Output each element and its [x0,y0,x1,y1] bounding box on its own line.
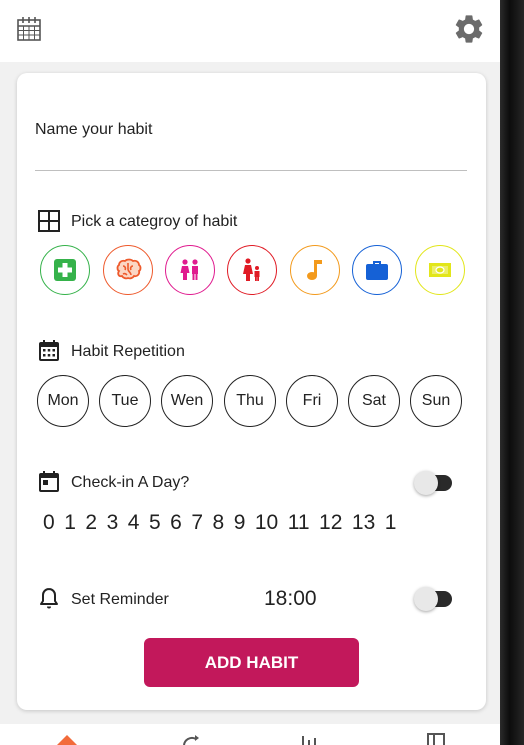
count-option[interactable]: 3 [107,511,119,535]
reminder-label: Set Reminder [71,591,169,608]
reminder-time[interactable]: 18:00 [264,587,317,611]
habit-name-input[interactable] [35,109,467,171]
category-mind[interactable] [103,245,153,295]
category-love[interactable] [165,245,215,295]
grid-icon [38,210,60,232]
bottom-navigation [0,724,500,745]
checkin-count-picker[interactable]: 0 1 2 3 4 5 6 7 8 9 10 11 12 13 1 [43,511,467,541]
count-option[interactable]: 8 [213,511,225,535]
category-label: Pick a categroy of habit [71,213,238,230]
family-icon [243,258,260,281]
calendar-today-icon [39,471,59,492]
count-option[interactable]: 4 [128,511,140,535]
brain-icon [116,258,142,280]
checkin-label: Check-in A Day? [71,474,190,491]
count-option[interactable]: 5 [149,511,161,535]
day-thu[interactable]: Thu [224,375,276,427]
reminder-toggle[interactable] [414,586,452,612]
refresh-icon[interactable] [178,732,204,745]
day-mon[interactable]: Mon [37,375,89,427]
repetition-label: Habit Repetition [71,343,185,360]
count-option[interactable]: 6 [170,511,182,535]
couple-icon [180,259,198,280]
device-frame-edge [500,0,524,745]
count-option[interactable]: 0 [43,511,55,535]
count-option[interactable]: 2 [85,511,97,535]
count-option[interactable]: 1 [385,511,397,535]
calendar-month-icon [39,340,59,361]
count-option[interactable]: 1 [64,511,76,535]
habit-form-card: Pick a categroy of habit [17,73,486,710]
day-fri[interactable]: Fri [286,375,338,427]
stats-icon[interactable] [298,732,324,745]
category-work[interactable] [352,245,402,295]
home-icon[interactable] [54,732,80,745]
money-icon [429,263,451,277]
toggle-knob [414,587,438,611]
count-option[interactable]: 10 [255,511,278,535]
category-health[interactable] [40,245,90,295]
bell-icon [40,588,58,609]
count-option[interactable]: 12 [319,511,342,535]
category-family[interactable] [227,245,277,295]
day-sun[interactable]: Sun [410,375,462,427]
count-option[interactable]: 11 [288,511,310,535]
category-finance[interactable] [415,245,465,295]
checkin-toggle[interactable] [414,470,452,496]
top-bar [0,0,500,62]
category-music[interactable] [290,245,340,295]
count-option[interactable]: 13 [352,511,375,535]
calendar-icon[interactable] [16,16,42,42]
briefcase-icon [366,261,388,280]
count-option[interactable]: 9 [234,511,246,535]
settings-gear-icon[interactable] [452,12,486,46]
medical-icon [54,259,76,281]
music-note-icon [307,260,322,280]
day-sat[interactable]: Sat [348,375,400,427]
app-screen: Pick a categroy of habit [0,0,500,745]
toggle-knob [414,471,438,495]
book-icon[interactable] [423,732,449,745]
count-option[interactable]: 7 [191,511,203,535]
day-wed[interactable]: Wen [161,375,213,427]
day-tue[interactable]: Tue [99,375,151,427]
add-habit-button[interactable]: ADD HABIT [144,638,359,687]
